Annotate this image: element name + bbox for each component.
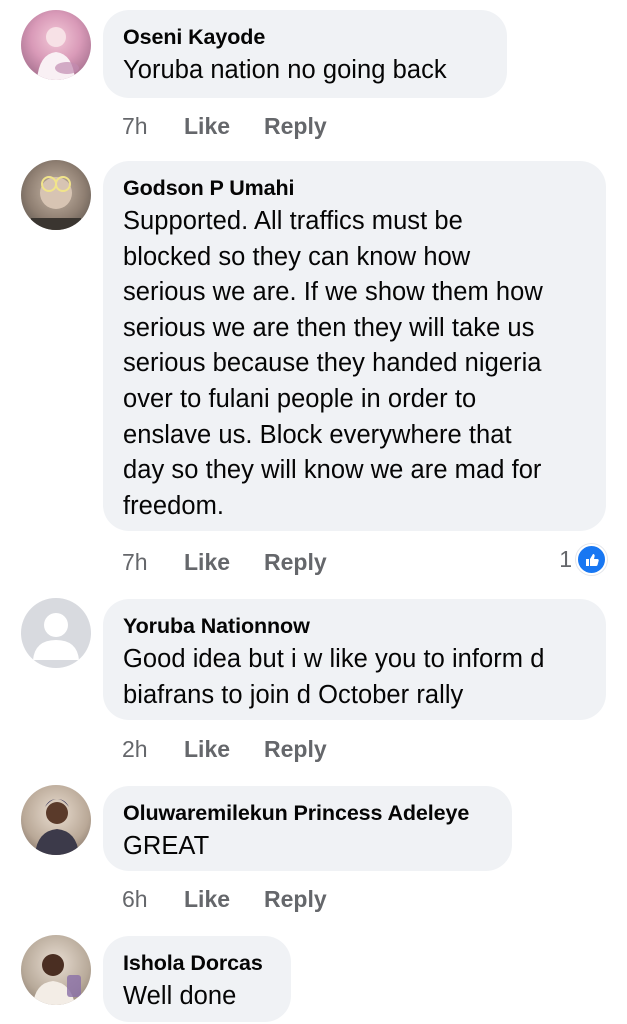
comment-text: Well done [123,982,237,1010]
comment-text: GREAT [123,832,210,860]
reply-button[interactable]: Reply [264,884,327,914]
reaction-count: 1 [559,546,572,572]
avatar[interactable] [21,598,91,668]
profile-photo-icon [31,176,81,230]
comment-bubble: Yoruba Nationnow Good idea but i w like … [103,599,606,720]
avatar[interactable] [21,785,91,855]
default-avatar-icon [33,613,79,660]
reaction-summary[interactable]: 1 [559,544,607,575]
profile-photo-icon [33,954,81,1005]
comment-timestamp[interactable]: 7h [122,111,184,141]
comment-actions: 2h Like Reply [122,734,327,764]
like-button[interactable]: Like [184,884,264,914]
comment-author[interactable]: Oseni Kayode [123,23,487,51]
comment-timestamp[interactable]: 7h [122,547,184,577]
comment-text: Supported. All traffics must be blocked … [123,207,543,520]
comment-bubble: Godson P Umahi Supported. All traffics m… [103,161,606,531]
comment-timestamp[interactable]: 2h [122,734,184,764]
reply-button[interactable]: Reply [264,111,327,141]
comment-text: Good idea but i w like you to inform d b… [123,645,545,709]
profile-photo-icon [35,799,79,855]
thumbs-up-icon [576,544,607,575]
comment-actions: 6h Like Reply [122,884,327,914]
comment-actions: 7h Like Reply [122,111,327,141]
avatar[interactable] [21,10,91,80]
like-button[interactable]: Like [184,111,264,141]
comment-bubble: Oseni Kayode Yoruba nation no going back [103,10,507,98]
reply-button[interactable]: Reply [264,547,327,577]
comment-author[interactable]: Godson P Umahi [123,174,586,202]
comment-bubble: Ishola Dorcas Well done [103,936,291,1022]
like-button[interactable]: Like [184,547,264,577]
comment-bubble: Oluwaremilekun Princess Adeleye GREAT [103,786,512,871]
avatar[interactable] [21,935,91,1005]
avatar[interactable] [21,160,91,230]
profile-photo-icon [37,27,79,80]
reply-button[interactable]: Reply [264,734,327,764]
comment-author[interactable]: Ishola Dorcas [123,949,271,977]
comment-text: Yoruba nation no going back [123,56,447,84]
comment-actions: 7h Like Reply [122,547,327,577]
like-button[interactable]: Like [184,734,264,764]
comment-timestamp[interactable]: 6h [122,884,184,914]
comment-author[interactable]: Yoruba Nationnow [123,612,586,640]
comment-author[interactable]: Oluwaremilekun Princess Adeleye [123,799,492,827]
